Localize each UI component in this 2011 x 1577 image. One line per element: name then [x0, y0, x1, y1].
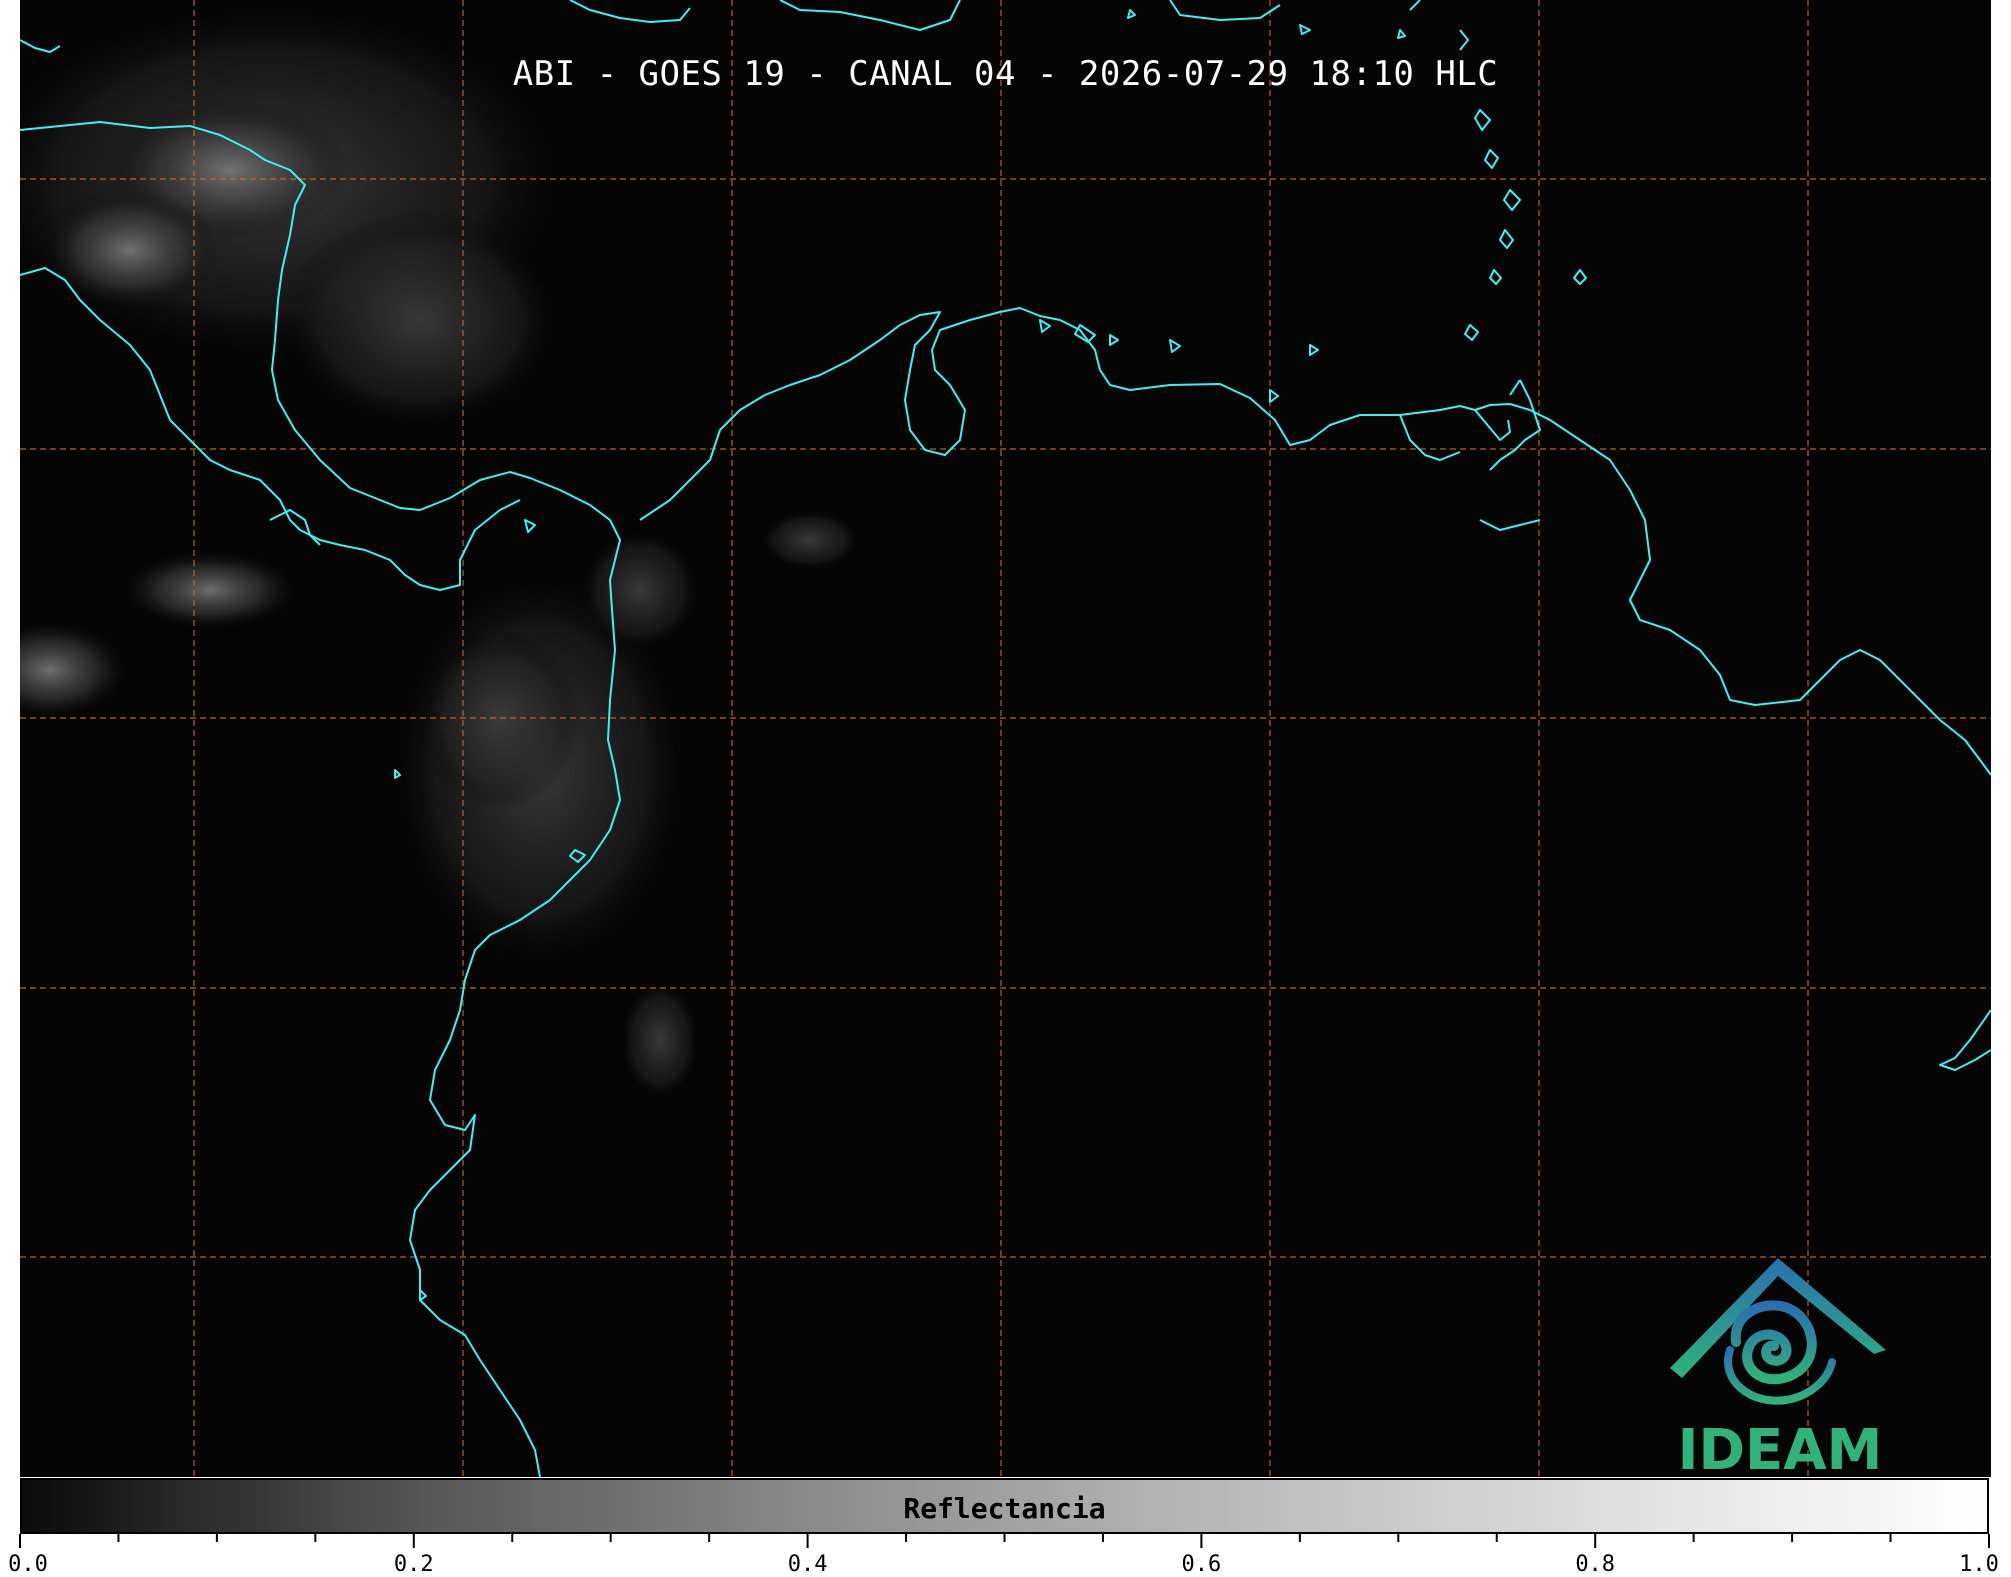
colorbar-label: Reflectancia — [903, 1492, 1106, 1525]
colorbar-ticks — [19, 1534, 1990, 1548]
cloud-cover — [20, 0, 860, 1100]
colorbar-tick-label: 0.8 — [1575, 1552, 1616, 1577]
colorbar-tick-label: 0.0 — [8, 1552, 48, 1577]
map-title: ABI - GOES 19 - CANAL 04 - 2026-07-29 18… — [512, 54, 1499, 94]
colorbar: Reflectancia — [20, 1478, 1989, 1534]
colorbar-tick-label: 0.2 — [393, 1552, 434, 1577]
colorbar-tick-label: 0.6 — [1181, 1552, 1222, 1577]
ideam-logo-icon — [1670, 1258, 1886, 1405]
colorbar-tick-label: 1.0 — [1959, 1552, 1999, 1577]
ideam-logo-text: IDEAM — [1660, 1418, 1900, 1477]
ideam-logo: IDEAM — [1660, 1250, 1900, 1477]
colorbar-tick-label: 0.4 — [787, 1552, 828, 1577]
satellite-map: ABI - GOES 19 - CANAL 04 - 2026-07-29 18… — [20, 0, 1991, 1477]
